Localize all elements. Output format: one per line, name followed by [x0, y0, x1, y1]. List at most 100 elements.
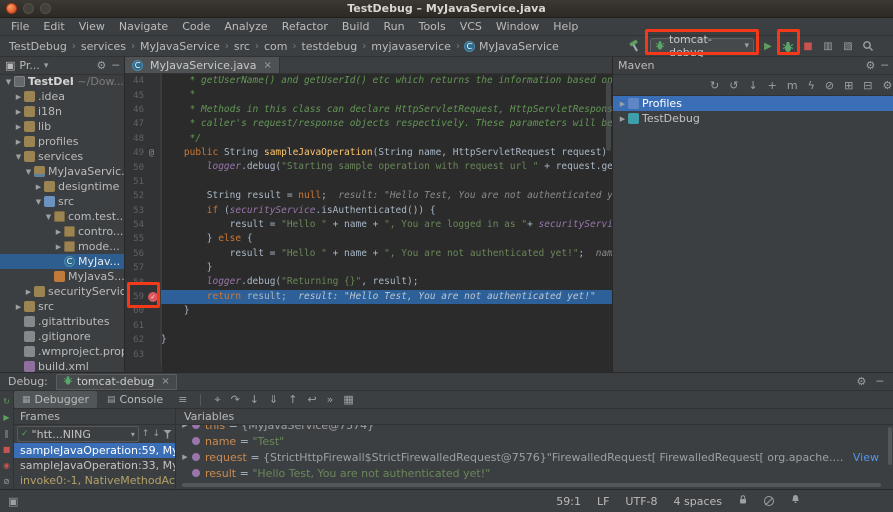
- lock-icon[interactable]: [738, 494, 748, 508]
- tree-expand-icon[interactable]: ▶: [13, 123, 24, 131]
- show-execution-point-icon[interactable]: ⌖: [209, 393, 225, 407]
- variable-item[interactable]: ▶request = {StrictHttpFirewall$StrictFir…: [176, 449, 893, 465]
- breadcrumb-item[interactable]: MyJavaService: [478, 40, 560, 53]
- cursor-position[interactable]: 59:1: [556, 495, 581, 508]
- tab-debugger[interactable]: ▦ Debugger: [14, 391, 97, 408]
- project-tree-item[interactable]: build.xml: [0, 359, 124, 372]
- tree-expand-icon[interactable]: ▶: [617, 100, 628, 108]
- project-tree-item[interactable]: ▶src: [0, 299, 124, 314]
- tree-expand-icon[interactable]: ▶: [13, 93, 24, 101]
- mute-breakpoints-icon[interactable]: ⊘: [3, 477, 10, 486]
- maven-tree-item[interactable]: ▶Profiles: [613, 96, 893, 111]
- variable-item[interactable]: result = "Hello Test, You are not authen…: [176, 465, 893, 481]
- code-line[interactable]: 53 if (securityService.isAuthenticated()…: [125, 204, 612, 218]
- maven-tree-item[interactable]: ▶TestDebug: [613, 111, 893, 126]
- tree-collapse-icon[interactable]: ▼: [13, 153, 24, 161]
- menu-item-view[interactable]: View: [72, 20, 112, 33]
- step-out-icon[interactable]: ↑: [283, 393, 302, 406]
- add-maven-project-icon[interactable]: +: [768, 79, 777, 92]
- editor-scrollbar[interactable]: [606, 81, 611, 151]
- line-separator[interactable]: LF: [597, 495, 609, 508]
- window-minimize-button[interactable]: [23, 3, 34, 14]
- view-link[interactable]: View: [847, 451, 893, 464]
- code-line[interactable]: 57 }: [125, 261, 612, 275]
- profiler-icon[interactable]: ▧: [842, 41, 854, 52]
- drop-frame-icon[interactable]: ↩: [302, 393, 321, 406]
- search-everywhere-icon[interactable]: [862, 40, 874, 52]
- frame-item[interactable]: invoke0:-1, NativeMethodAcc: [14, 473, 175, 488]
- project-tree-item[interactable]: ▶securityServic...: [0, 284, 124, 299]
- collapse-all-icon[interactable]: ⊟: [863, 79, 872, 92]
- tree-expand-icon[interactable]: ▶: [33, 183, 44, 191]
- code-line[interactable]: 54 result = "Hello " + name + ", You are…: [125, 218, 612, 232]
- expand-all-icon[interactable]: ⊞: [844, 79, 853, 92]
- code-line[interactable]: 56 result = "Hello " + name + ", You are…: [125, 247, 612, 261]
- gear-icon[interactable]: ⚙: [857, 375, 867, 388]
- horizontal-scrollbar[interactable]: [182, 483, 881, 487]
- run-to-cursor-icon[interactable]: »: [322, 393, 339, 406]
- tree-expand-icon[interactable]: ▶: [617, 115, 628, 123]
- menu-item-file[interactable]: File: [4, 20, 36, 33]
- vertical-scrollbar[interactable]: [888, 427, 892, 465]
- close-icon[interactable]: ×: [263, 60, 271, 71]
- bell-icon[interactable]: [790, 494, 801, 508]
- menu-item-tools[interactable]: Tools: [412, 20, 453, 33]
- tree-expand-icon[interactable]: ▶: [13, 108, 24, 116]
- project-view-selector[interactable]: Pr...: [19, 59, 39, 72]
- project-tree-item[interactable]: ▶contro...: [0, 224, 124, 239]
- variable-item[interactable]: ▶this = {MyJavaService@7574}: [176, 425, 893, 433]
- breadcrumb-item[interactable]: services: [80, 40, 127, 53]
- next-frame-icon[interactable]: ↓: [152, 429, 160, 439]
- gear-icon[interactable]: ⚙: [866, 59, 876, 72]
- menu-item-edit[interactable]: Edit: [36, 20, 71, 33]
- code-line[interactable]: 44 * getUserName() and getUserId() etc w…: [125, 74, 612, 88]
- evaluate-expression-icon[interactable]: ▦: [338, 393, 358, 406]
- previous-frame-icon[interactable]: ↑: [142, 429, 150, 439]
- step-into-icon[interactable]: ↓: [245, 393, 264, 406]
- force-step-into-icon[interactable]: ⇓: [264, 393, 283, 406]
- menu-item-build[interactable]: Build: [335, 20, 377, 33]
- menu-item-code[interactable]: Code: [175, 20, 217, 33]
- project-tree-item[interactable]: ▶profiles: [0, 134, 124, 149]
- project-tree-item[interactable]: CMyJav...: [0, 254, 124, 269]
- download-sources-icon[interactable]: ↓: [748, 79, 757, 92]
- code-line[interactable]: 55 } else {: [125, 232, 612, 246]
- project-tree-item[interactable]: ▼services: [0, 149, 124, 164]
- menu-item-refactor[interactable]: Refactor: [275, 20, 335, 33]
- hide-panel-icon[interactable]: ─: [112, 59, 119, 72]
- code-line[interactable]: 45 *: [125, 88, 612, 102]
- project-tree-item[interactable]: ▶designtime: [0, 179, 124, 194]
- code-line[interactable]: 46 * Methods in this class can declare H…: [125, 103, 612, 117]
- project-tree-item[interactable]: ▼TestDebug~/Dow...: [0, 74, 124, 89]
- hide-panel-icon[interactable]: ─: [881, 59, 888, 72]
- code-line[interactable]: 50 logger.debug("Starting sample operati…: [125, 160, 612, 174]
- step-over-icon[interactable]: ↷: [226, 393, 245, 406]
- breakpoint-icon[interactable]: ✓: [148, 292, 158, 302]
- filter-frames-icon[interactable]: [163, 430, 172, 439]
- code-editor[interactable]: 44 * getUserName() and getUserId() etc w…: [125, 74, 612, 372]
- tree-expand-icon[interactable]: ▶: [13, 303, 24, 311]
- tree-collapse-icon[interactable]: ▼: [33, 198, 44, 206]
- generate-sources-icon[interactable]: ↺: [729, 79, 738, 92]
- close-icon[interactable]: ×: [161, 376, 169, 387]
- menu-item-vcs[interactable]: VCS: [453, 20, 489, 33]
- frame-item[interactable]: sampleJavaOperation:59, My: [14, 443, 175, 458]
- tree-expand-icon[interactable]: ▶: [23, 288, 34, 296]
- code-line[interactable]: 52 String result = null; result: "Hello …: [125, 189, 612, 203]
- project-tree-item[interactable]: .gitattributes: [0, 314, 124, 329]
- run-maven-goal-icon[interactable]: m: [787, 79, 798, 92]
- project-tree-item[interactable]: ▼src: [0, 194, 124, 209]
- stop-icon[interactable]: ■: [3, 445, 11, 454]
- tab-console[interactable]: ▤ Console: [99, 391, 171, 408]
- window-close-button[interactable]: [6, 3, 17, 14]
- inspections-profile-icon[interactable]: [764, 496, 774, 506]
- tree-expand-icon[interactable]: ▶: [180, 453, 190, 461]
- breadcrumb-item[interactable]: myjavaservice: [370, 40, 452, 53]
- code-line[interactable]: 51: [125, 175, 612, 189]
- hide-panel-icon[interactable]: ─: [876, 375, 883, 388]
- variable-item[interactable]: name = "Test": [176, 433, 893, 449]
- frame-item[interactable]: sampleJavaOperation:33, MyJ: [14, 458, 175, 473]
- code-line[interactable]: 62}: [125, 333, 612, 347]
- run-config-combo[interactable]: tomcat-debug ▾: [650, 38, 754, 54]
- debug-session-tab[interactable]: tomcat-debug ×: [56, 374, 177, 390]
